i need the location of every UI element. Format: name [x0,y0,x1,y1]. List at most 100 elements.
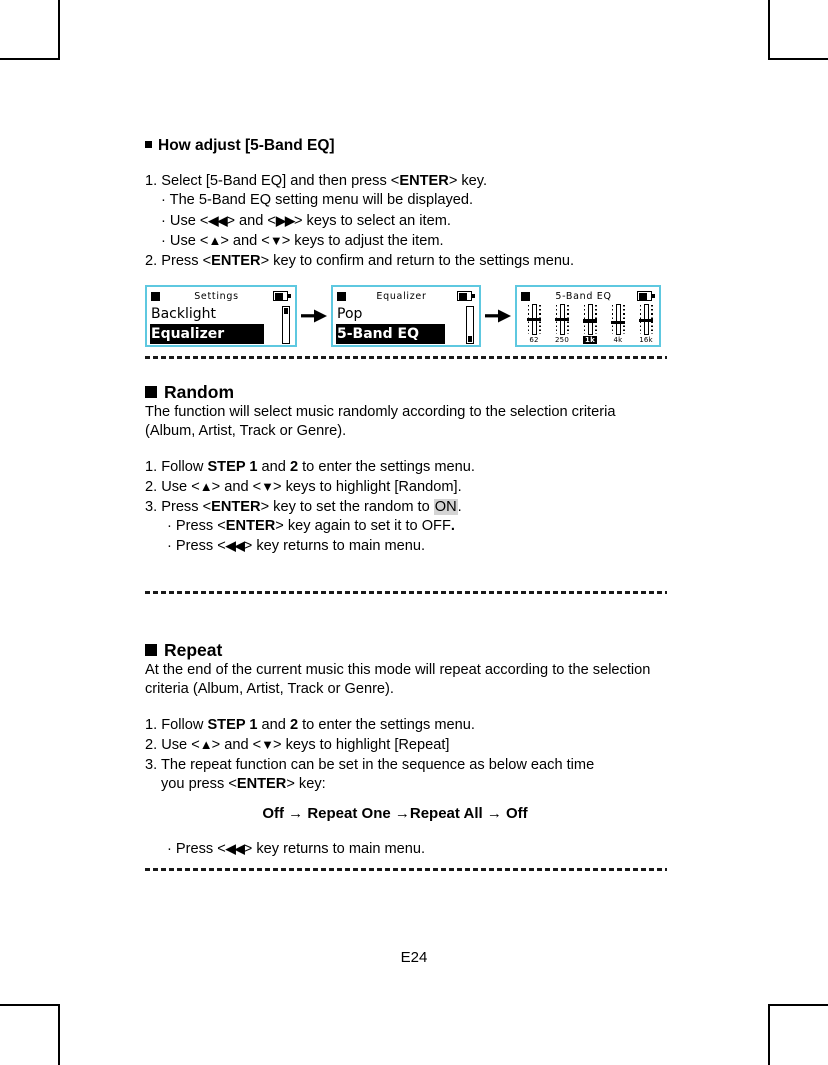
eq-step-2-key: ENTER [211,252,261,269]
repeat-step-1: 1. Follow STEP 1 and 2 to enter the sett… [145,716,670,735]
lcd-screen-5band-eq: 5-Band EQ 62 250 1k 4k 16k [515,285,661,348]
lcd-status-bar: Equalizer [333,287,479,303]
eq-band-label-1k: 1k [583,336,597,345]
lcd-title-equalizer: Equalizer [376,290,427,302]
lcd-scrollbar-thumb[interactable] [467,336,473,343]
random-step-3-mid: > key to set the random to [260,498,434,515]
eq-slider-thumb[interactable] [583,319,597,323]
down-arrow-icon: ▼ [269,233,283,249]
square-bullet-icon [145,141,152,148]
repeat-step-1-prefix: 1. Follow [145,716,208,733]
stop-square-icon [151,291,160,301]
random-step-2: 2. Use <▲> and <▼> keys to highlight [Ra… [145,477,670,497]
forward-arrows-icon: ▶▶ [275,212,295,228]
repeat-bullet-1-suffix: > key returns to main menu. [243,841,426,858]
eq-bullet-3: · Use <▲> and <▼> keys to adjust the ite… [145,231,670,251]
lcd-status-bar: 5-Band EQ [517,287,659,303]
eq-band-4k[interactable]: 4k [606,304,630,346]
eq-bullet-1: · The 5-Band EQ setting menu will be dis… [145,191,670,210]
crop-mark-bottom-left-vertical [58,1005,60,1065]
lcd-menu-item-pop[interactable]: Pop [336,304,458,324]
random-bullet-1-key: ENTER [225,518,276,535]
random-step-2-prefix: 2. Use < [145,479,200,496]
repeat-step-3-suffix: > key: [286,775,326,792]
eq-band-label-250: 250 [555,336,569,345]
repeat-description: At the end of the current music this mod… [145,661,651,698]
eq-slider-thumb[interactable] [555,317,569,322]
lcd-scrollbar[interactable] [466,306,474,345]
down-arrow-icon: ▼ [261,479,274,495]
eq-band-sliders: 62 250 1k 4k 16k [522,304,658,346]
lcd-menu-item-equalizer[interactable]: Equalizer [150,324,264,345]
lcd-sequence-diagram: Settings Backlight Equalizer Equalizer P… [145,285,670,348]
lcd-status-bar: Settings [147,287,295,303]
flow-arrow-2 [481,309,515,323]
random-bullet-1-prefix: · Press < [167,518,226,535]
lcd-menu-list: Pop 5-Band EQ [336,304,458,345]
section-heading-eq: How adjust [5-Band EQ] [145,136,670,156]
eq-band-label-16k: 16k [639,336,653,345]
eq-bullet-2-mid: > and < [226,212,276,229]
eq-band-16k[interactable]: 16k [634,304,658,346]
repeat-step-3-line-1: 3. The repeat function can be set in the… [145,756,595,773]
eq-bullet-2: · Use <◀◀> and <▶▶> keys to select an it… [145,211,670,231]
random-step-1-mid: and [257,458,290,475]
eq-band-250[interactable]: 250 [550,304,574,346]
repeat-step-1-mid: and [257,716,290,733]
section-heading-repeat-label: Repeat [164,639,223,660]
lcd-menu-item-5band-eq[interactable]: 5-Band EQ [336,324,445,345]
lcd-title-settings: Settings [194,290,239,302]
random-bullet-2-suffix: > key returns to main menu. [243,538,426,555]
repeat-step-1-suffix: to enter the settings menu. [298,716,475,733]
crop-mark-top-right-vertical [768,0,770,60]
eq-bullet-3-mid: > and < [220,233,270,250]
eq-step-1: 1. Select [5-Band EQ] and then press <EN… [145,172,670,191]
lcd-menu-item-backlight[interactable]: Backlight [150,304,272,324]
stop-square-icon [521,291,530,301]
flow-arrow-1 [297,309,331,323]
random-step-3-suffix: . [457,498,462,515]
crop-mark-top-left-horizontal [0,58,60,60]
eq-bullet-3-prefix: · Use < [161,233,209,250]
eq-slider-thumb[interactable] [611,320,625,324]
eq-bullet-2-prefix: · Use < [161,212,209,229]
up-arrow-icon: ▲ [199,737,213,753]
eq-slider-thumb[interactable] [639,318,653,322]
repeat-step-2-prefix: 2. Use < [145,737,200,754]
battery-icon [273,291,291,302]
rewind-arrows-icon: ◀◀ [208,212,227,228]
battery-icon [637,291,655,302]
random-step-1: 1. Follow STEP 1 and 2 to enter the sett… [145,458,670,477]
crop-mark-bottom-right-vertical [768,1005,770,1065]
crop-mark-top-right-horizontal [768,58,828,60]
random-step-3-prefix: 3. Press < [145,498,212,515]
lcd-screen-equalizer: Equalizer Pop 5-Band EQ [331,285,481,348]
eq-bullet-2-suffix: > keys to select an item. [293,212,451,229]
square-bullet-icon [145,643,157,656]
down-arrow-icon: ▼ [261,737,274,753]
battery-icon [457,291,475,302]
random-bullet-2-prefix: · Press < [167,538,226,555]
random-bullet-1-period: . [450,518,455,535]
eq-band-62[interactable]: 62 [522,304,546,346]
random-description: The function will select music randomly … [145,404,616,440]
eq-step-2-suffix: > key to confirm and return to the setti… [260,252,575,269]
eq-slider-thumb[interactable] [527,317,541,322]
random-step-2-mid: > and < [211,479,262,496]
repeat-bullet-1-prefix: · Press < [167,841,226,858]
eq-band-1k[interactable]: 1k [578,304,602,346]
crop-mark-bottom-left-horizontal [0,1004,60,1006]
lcd-scrollbar-thumb[interactable] [283,307,289,314]
crop-mark-top-left-vertical [58,0,60,60]
eq-bullet-3-suffix: > keys to adjust the item. [281,233,444,250]
crop-mark-bottom-right-horizontal [768,1004,828,1006]
eq-slider-track[interactable] [615,304,621,336]
lcd-scrollbar[interactable] [282,306,290,345]
manual-page-content: How adjust [5-Band EQ] 1. Select [5-Band… [145,136,670,871]
page-number: E24 [400,949,428,966]
stop-square-icon [337,291,346,301]
eq-band-label-4k: 4k [613,336,623,345]
eq-step-1-suffix: > key. [448,173,488,189]
square-bullet-icon [145,386,157,399]
random-bullet-1-suffix: > key again to set it to OFF [275,518,451,535]
